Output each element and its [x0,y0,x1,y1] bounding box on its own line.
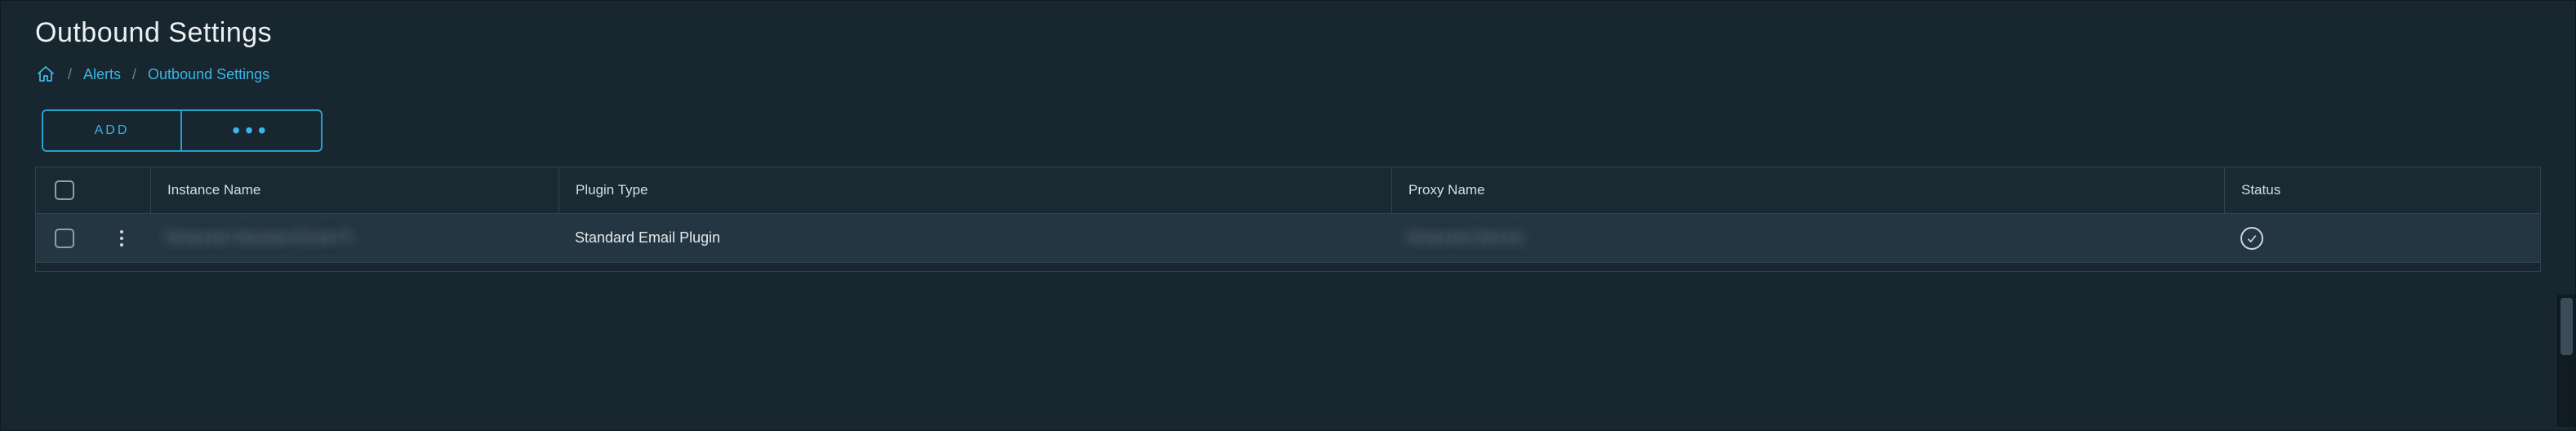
scrollbar-handle[interactable] [2560,298,2573,355]
breadcrumb-current[interactable]: Outbound Settings [148,66,269,83]
row-actions-button[interactable] [109,226,134,251]
cell-instance-name: Redacted Standard Email Pl… [150,214,558,262]
redacted-text: Redacted Standard Email Pl… [167,229,366,247]
table-header-row: Instance Name Plugin Type Proxy Name Sta… [36,167,2540,213]
column-header-proxy-name[interactable]: Proxy Name [1391,167,2224,213]
column-header-instance-name[interactable]: Instance Name [150,167,558,213]
vertical-scrollbar[interactable] [2557,295,2575,427]
cell-status [2224,214,2540,262]
redacted-text: Redacted (Demo) [1408,229,1524,247]
cell-proxy-name: Redacted (Demo) [1391,214,2224,262]
add-button[interactable]: ADD [43,111,182,150]
cell-plugin-type: Standard Email Plugin [558,214,1391,262]
breadcrumb-alerts[interactable]: Alerts [83,66,121,83]
toolbar-button-group: ADD ••• [42,109,323,152]
select-all-checkbox[interactable] [55,180,74,200]
status-ok-icon [2240,227,2263,250]
column-header-status[interactable]: Status [2224,167,2540,213]
page-title: Outbound Settings [1,1,2575,57]
toolbar: ADD ••• [1,109,2575,167]
breadcrumb: / Alerts / Outbound Settings [1,57,2575,109]
row-checkbox[interactable] [55,229,74,248]
breadcrumb-separator: / [68,66,72,83]
settings-table: Instance Name Plugin Type Proxy Name Sta… [35,167,2541,272]
breadcrumb-home[interactable] [35,64,56,85]
table-row[interactable]: Redacted Standard Email Pl… Standard Ema… [36,213,2540,262]
column-header-plugin-type[interactable]: Plugin Type [558,167,1391,213]
breadcrumb-separator: / [132,66,136,83]
more-actions-button[interactable]: ••• [182,111,321,150]
home-icon [36,64,56,84]
